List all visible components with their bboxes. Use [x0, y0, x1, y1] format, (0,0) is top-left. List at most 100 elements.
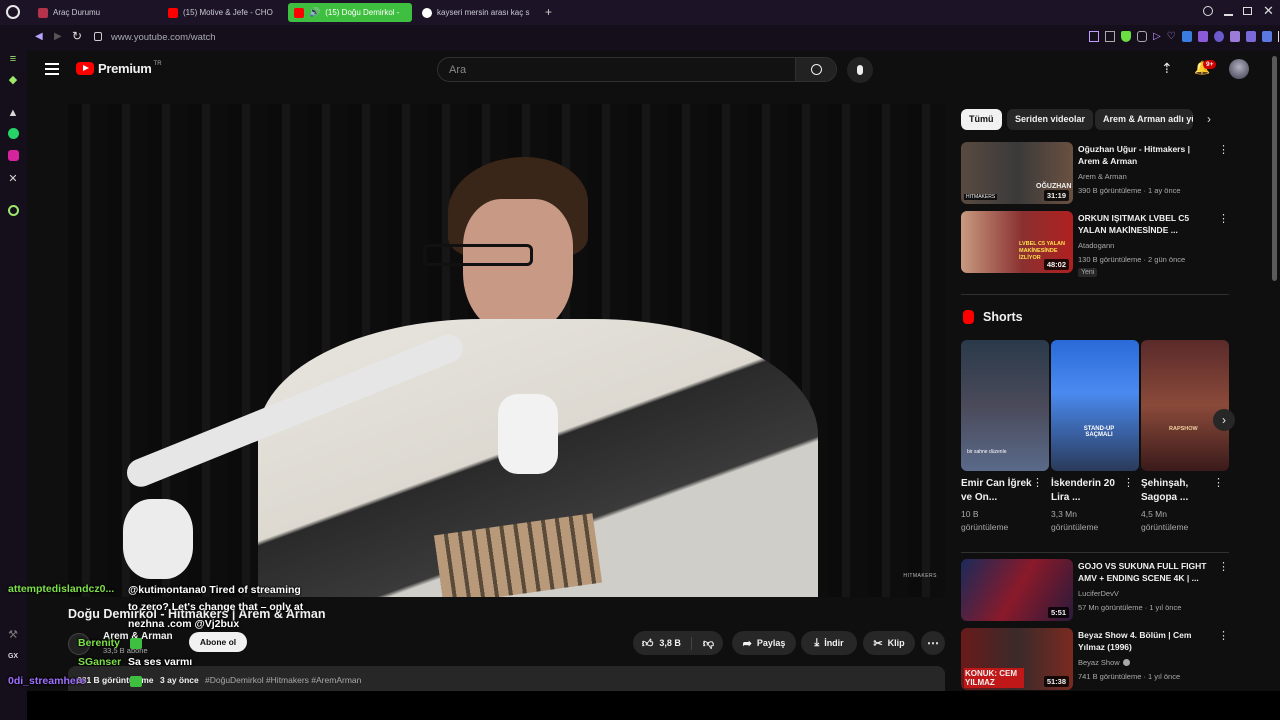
chip-all[interactable]: Tümü: [961, 109, 1002, 130]
description-box[interactable]: [68, 666, 945, 691]
short-views: 3,3 Mn görüntüleme: [1051, 508, 1123, 534]
share-button[interactable]: ➦ Paylaş: [732, 631, 796, 655]
browser-tab-active[interactable]: 🔊 (15) Doğu Demirkol -: [288, 3, 412, 22]
extension-icon[interactable]: [1245, 31, 1256, 42]
video-thumbnail[interactable]: OĞUZHAN HITMAKERS 31:19: [961, 142, 1073, 204]
video-player[interactable]: HITMAKERS: [68, 104, 945, 597]
scissors-icon: ✂: [873, 637, 883, 650]
search-box[interactable]: Ara: [437, 57, 837, 82]
url-text[interactable]: www.youtube.com/watch: [111, 32, 216, 43]
kebab-menu-icon[interactable]: ⋮: [1123, 478, 1134, 489]
whatsapp-icon[interactable]: [6, 128, 20, 142]
snapshot-icon[interactable]: [1105, 31, 1115, 42]
extension-icon[interactable]: [1181, 31, 1192, 42]
music-player-icon[interactable]: [6, 205, 20, 219]
extension-icon[interactable]: [1197, 31, 1208, 42]
minimize-icon[interactable]: [1224, 14, 1233, 16]
recommendation-item[interactable]: 5:51 GOJO VS SUKUNA FULL FIGHT AMV + END…: [961, 559, 1243, 621]
x-twitter-icon[interactable]: ✕: [6, 172, 20, 186]
search-input[interactable]: Ara: [438, 64, 795, 76]
like-button[interactable]: 👍︎ 3,8 B: [641, 636, 692, 650]
search-tabs-icon[interactable]: [1203, 6, 1213, 16]
short-title[interactable]: İskenderin 20 Lira ...: [1051, 477, 1123, 505]
video-title[interactable]: Beyaz Show 4. Bölüm | Cem Yılmaz (1996): [1078, 629, 1213, 653]
kebab-menu-icon[interactable]: ⋮: [1213, 478, 1224, 489]
video-thumbnail[interactable]: LVBEL C5 YALAN MAKİNESİNDE İZLİYOR 48:02: [961, 211, 1073, 273]
aria-icon[interactable]: ◆: [6, 73, 20, 87]
channel-name[interactable]: Beyaz Show: [1078, 658, 1130, 667]
video-title[interactable]: GOJO VS SUKUNA FULL FIGHT AMV + ENDING S…: [1078, 560, 1213, 584]
video-title[interactable]: ORKUN IŞITMAK LVBEL C5 YALAN MAKİNESİNDE…: [1078, 212, 1213, 236]
page-scrollbar[interactable]: [1272, 56, 1277, 281]
browser-tab[interactable]: (15) Motive & Jefe - CHO: [162, 3, 286, 22]
short-thumbnail[interactable]: RAPSHOW: [1141, 340, 1229, 471]
browser-tab[interactable]: Araç Durumu: [32, 3, 162, 22]
browser-tab[interactable]: kayseri mersin arası kaç s: [416, 3, 540, 22]
kebab-menu-icon[interactable]: ⋮: [1218, 145, 1229, 156]
short-thumbnail[interactable]: STAND-UP SAÇMALI: [1051, 340, 1139, 471]
voice-search-button[interactable]: [847, 57, 873, 83]
heart-icon[interactable]: ♡: [1167, 31, 1176, 42]
maximize-icon[interactable]: [1243, 7, 1252, 15]
mic-icon: [857, 65, 863, 75]
thumbs-up-icon: 👍︎: [641, 637, 654, 650]
extension-icon[interactable]: [1229, 31, 1240, 42]
extension-icon[interactable]: [1213, 31, 1224, 42]
subscribe-button[interactable]: Abone ol: [189, 632, 247, 652]
extension-icon[interactable]: [1261, 31, 1272, 42]
recommendation-item[interactable]: KONUK: CEM YILMAZ 51:38 Beyaz Show 4. Bö…: [961, 628, 1243, 690]
hashtags[interactable]: #DoğuDemirkol #Hitmakers #AremArman: [205, 675, 361, 685]
upload-icon[interactable]: ⇡: [1161, 60, 1173, 77]
channel-name[interactable]: LuciferDevV: [1078, 589, 1119, 598]
kebab-menu-icon[interactable]: ⋮: [1218, 631, 1229, 642]
reload-icon[interactable]: ↻: [72, 29, 82, 43]
download-button[interactable]: ⤓ İndir: [801, 631, 857, 655]
lock-icon: [94, 32, 102, 41]
chip-series[interactable]: Seriden videolar: [1007, 109, 1094, 130]
close-window-icon[interactable]: ✕: [1263, 3, 1274, 19]
instagram-icon[interactable]: [6, 150, 20, 164]
video-title[interactable]: Oğuzhan Uğur - Hitmakers | Arem & Arman: [1078, 143, 1213, 167]
kebab-menu-icon[interactable]: ⋮: [1218, 562, 1229, 573]
ai-icon[interactable]: ▲: [6, 106, 20, 120]
gx-control-label[interactable]: GX: [6, 650, 20, 664]
vpn-icon[interactable]: [1137, 31, 1147, 42]
short-title[interactable]: Emir Can İğrek ve On...: [961, 477, 1033, 505]
new-tab-button[interactable]: +: [545, 5, 552, 19]
thumbs-down-icon[interactable]: 👎︎: [697, 637, 714, 650]
avatar[interactable]: [1229, 59, 1249, 79]
short-caption: STAND-UP SAÇMALI: [1083, 426, 1115, 438]
view-count: 281 B görüntüleme: [77, 675, 154, 685]
recommendation-item[interactable]: LVBEL C5 YALAN MAKİNESİNDE İZLİYOR 48:02…: [961, 211, 1243, 277]
short-title[interactable]: Şehinşah, Sagopa ...: [1141, 477, 1213, 505]
search-button[interactable]: [795, 58, 836, 81]
hamburger-menu-icon[interactable]: [45, 63, 59, 75]
speaker-icon[interactable]: 🔊: [309, 7, 320, 18]
chevron-right-icon[interactable]: ›: [1207, 112, 1211, 126]
workspace-icon[interactable]: ≡: [6, 52, 20, 66]
forward-icon[interactable]: ▶: [54, 31, 62, 42]
back-icon[interactable]: ◀: [35, 31, 43, 42]
kebab-menu-icon[interactable]: ⋮: [1218, 214, 1229, 225]
youtube-logo[interactable]: Premium TR: [76, 61, 162, 76]
channel-name[interactable]: Arem & Arman: [1078, 172, 1127, 181]
kebab-menu-icon[interactable]: ⋮: [1032, 478, 1043, 489]
more-actions-button[interactable]: ⋯: [921, 631, 945, 655]
video-thumbnail[interactable]: 5:51: [961, 559, 1073, 621]
short-thumbnail[interactable]: bir sahne düzenle: [961, 340, 1049, 471]
recommendation-item[interactable]: OĞUZHAN HITMAKERS 31:19 Oğuzhan Uğur - H…: [961, 142, 1243, 204]
pinboard-icon[interactable]: ⚒: [6, 628, 20, 642]
bookmark-icon[interactable]: [1089, 31, 1099, 42]
like-dislike-group: 👍︎ 3,8 B 👎︎: [633, 631, 723, 655]
shield-icon[interactable]: [1121, 31, 1131, 42]
share-icon: ➦: [742, 637, 752, 650]
opera-logo-icon[interactable]: [6, 5, 20, 19]
shorts-next-button[interactable]: ›: [1213, 409, 1235, 431]
chip-channel[interactable]: Arem & Arman adlı yü: [1095, 109, 1193, 130]
play-icon[interactable]: ▷: [1153, 31, 1161, 42]
browser-sidebar: ≡ ◆ ▲ ✕ ⚒ GX ⋯: [0, 25, 27, 720]
channel-name[interactable]: Atadogann: [1078, 241, 1114, 250]
chat-username: Berenity: [78, 637, 121, 649]
video-thumbnail[interactable]: KONUK: CEM YILMAZ 51:38: [961, 628, 1073, 690]
clip-button[interactable]: ✂ Klip: [863, 631, 915, 655]
